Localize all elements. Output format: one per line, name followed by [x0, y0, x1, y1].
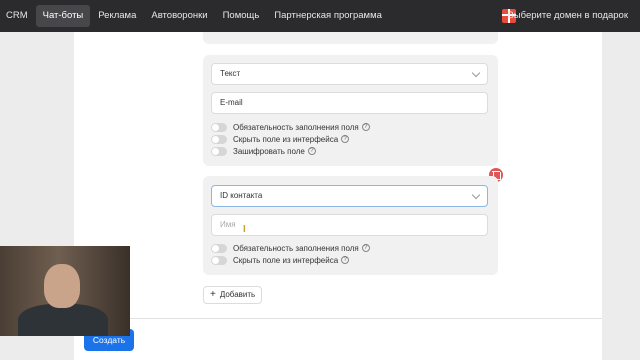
chevron-down-icon	[471, 68, 481, 78]
help-icon[interactable]: ?	[341, 135, 350, 143]
encrypt-label: Зашифровать поле	[233, 146, 305, 156]
footer-divider	[74, 318, 602, 319]
toggle-row-hide: Скрыть поле из интерфейса ?	[211, 133, 350, 145]
choose-domain-link[interactable]: Выберите домен в подарок	[507, 10, 628, 21]
required-label: Обязательность заполнения поля	[233, 122, 359, 132]
previous-field-card	[203, 32, 498, 44]
required-toggle[interactable]	[211, 243, 227, 253]
add-field-label: Добавить	[219, 290, 256, 299]
toggle-row-required: Обязательность заполнения поля ?	[211, 121, 370, 133]
hide-toggle[interactable]	[211, 134, 227, 144]
required-toggle[interactable]	[211, 122, 227, 132]
toggle-row-hide: Скрыть поле из интерфейса ?	[211, 254, 350, 266]
nav-item-help[interactable]: Помощь	[216, 5, 267, 27]
field-type-value: ID контакта	[220, 191, 263, 200]
add-field-button[interactable]: + Добавить	[203, 286, 263, 304]
field-name-placeholder: Имя	[220, 220, 236, 229]
webcam-person-head	[44, 264, 80, 308]
help-icon[interactable]: ?	[361, 123, 370, 131]
hide-label: Скрыть поле из интерфейса	[233, 255, 339, 265]
field-card-email: Текст E-mail Обязательность заполнения п…	[203, 55, 498, 166]
webcam-person-body	[18, 304, 108, 336]
field-type-select[interactable]: Текст	[211, 63, 488, 85]
help-icon[interactable]: ?	[361, 244, 370, 252]
help-icon[interactable]: ?	[307, 147, 316, 155]
toggle-row-required: Обязательность заполнения поля ?	[211, 242, 370, 254]
nav-item-partner-program[interactable]: Партнерская программа	[267, 5, 389, 27]
hide-toggle[interactable]	[211, 255, 227, 265]
field-name-input[interactable]: Имя I	[211, 214, 488, 236]
plus-icon: +	[210, 289, 216, 300]
nav-item-chatbots[interactable]: Чат-боты	[35, 5, 91, 27]
webcam-overlay	[0, 246, 130, 336]
nav-item-autofunnels[interactable]: Автоворонки	[144, 5, 214, 27]
text-cursor-icon: I	[243, 224, 246, 235]
required-label: Обязательность заполнения поля	[233, 243, 359, 253]
toggle-row-encrypt: Зашифровать поле ?	[211, 145, 316, 157]
field-card-contact-id: ID контакта Имя I Обязательность заполне…	[203, 176, 498, 275]
field-name-input[interactable]: E-mail	[211, 92, 488, 114]
chevron-down-icon	[471, 190, 481, 200]
help-icon[interactable]: ?	[341, 256, 350, 264]
field-name-value: E-mail	[220, 98, 243, 107]
hide-label: Скрыть поле из интерфейса	[233, 134, 339, 144]
encrypt-toggle[interactable]	[211, 146, 227, 156]
nav-item-crm[interactable]: CRM	[0, 5, 35, 27]
nav-item-ads[interactable]: Реклама	[91, 5, 143, 27]
field-type-select[interactable]: ID контакта	[211, 185, 488, 207]
top-navigation: CRM Чат-боты Реклама Автоворонки Помощь …	[0, 0, 640, 32]
field-type-value: Текст	[220, 69, 241, 78]
